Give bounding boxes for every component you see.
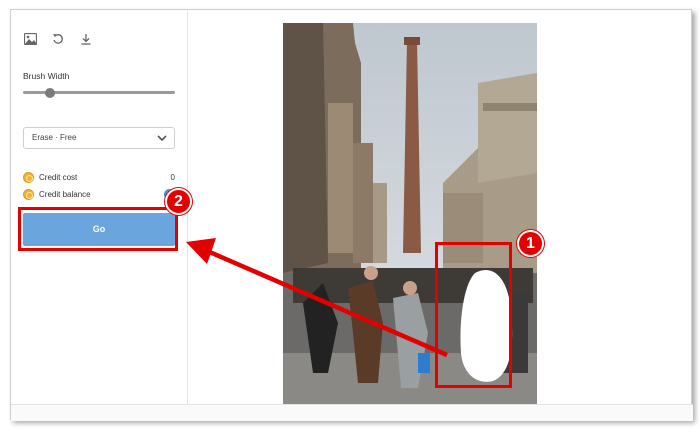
credit-balance-row: Credit balance +	[23, 188, 175, 200]
sidebar: Brush Width Erase · Free Credit cost 0 C…	[11, 10, 188, 404]
coin-icon	[23, 188, 34, 200]
step-badge-1: 1	[517, 230, 544, 257]
credit-balance-label: Credit balance	[39, 189, 91, 199]
mask-selection-highlight	[435, 242, 512, 388]
step-badge-2: 2	[165, 188, 192, 215]
image-icon[interactable]	[23, 32, 37, 46]
brush-width-label: Brush Width	[23, 71, 70, 81]
mode-select-value: Erase · Free	[32, 133, 77, 142]
coin-icon	[23, 171, 34, 183]
chevron-down-icon	[157, 135, 167, 142]
download-icon[interactable]	[79, 32, 93, 46]
mode-select[interactable]: Erase · Free	[23, 127, 175, 149]
credit-cost-row: Credit cost 0	[23, 171, 175, 183]
go-button-highlight	[18, 207, 178, 251]
credit-cost-value: 0	[170, 172, 175, 182]
credit-cost-label: Credit cost	[39, 172, 78, 182]
bottom-bar	[11, 404, 693, 421]
slider-thumb[interactable]	[45, 88, 56, 98]
brush-width-slider[interactable]	[23, 88, 175, 98]
undo-icon[interactable]	[51, 32, 65, 46]
sidebar-toolbar	[23, 30, 93, 48]
